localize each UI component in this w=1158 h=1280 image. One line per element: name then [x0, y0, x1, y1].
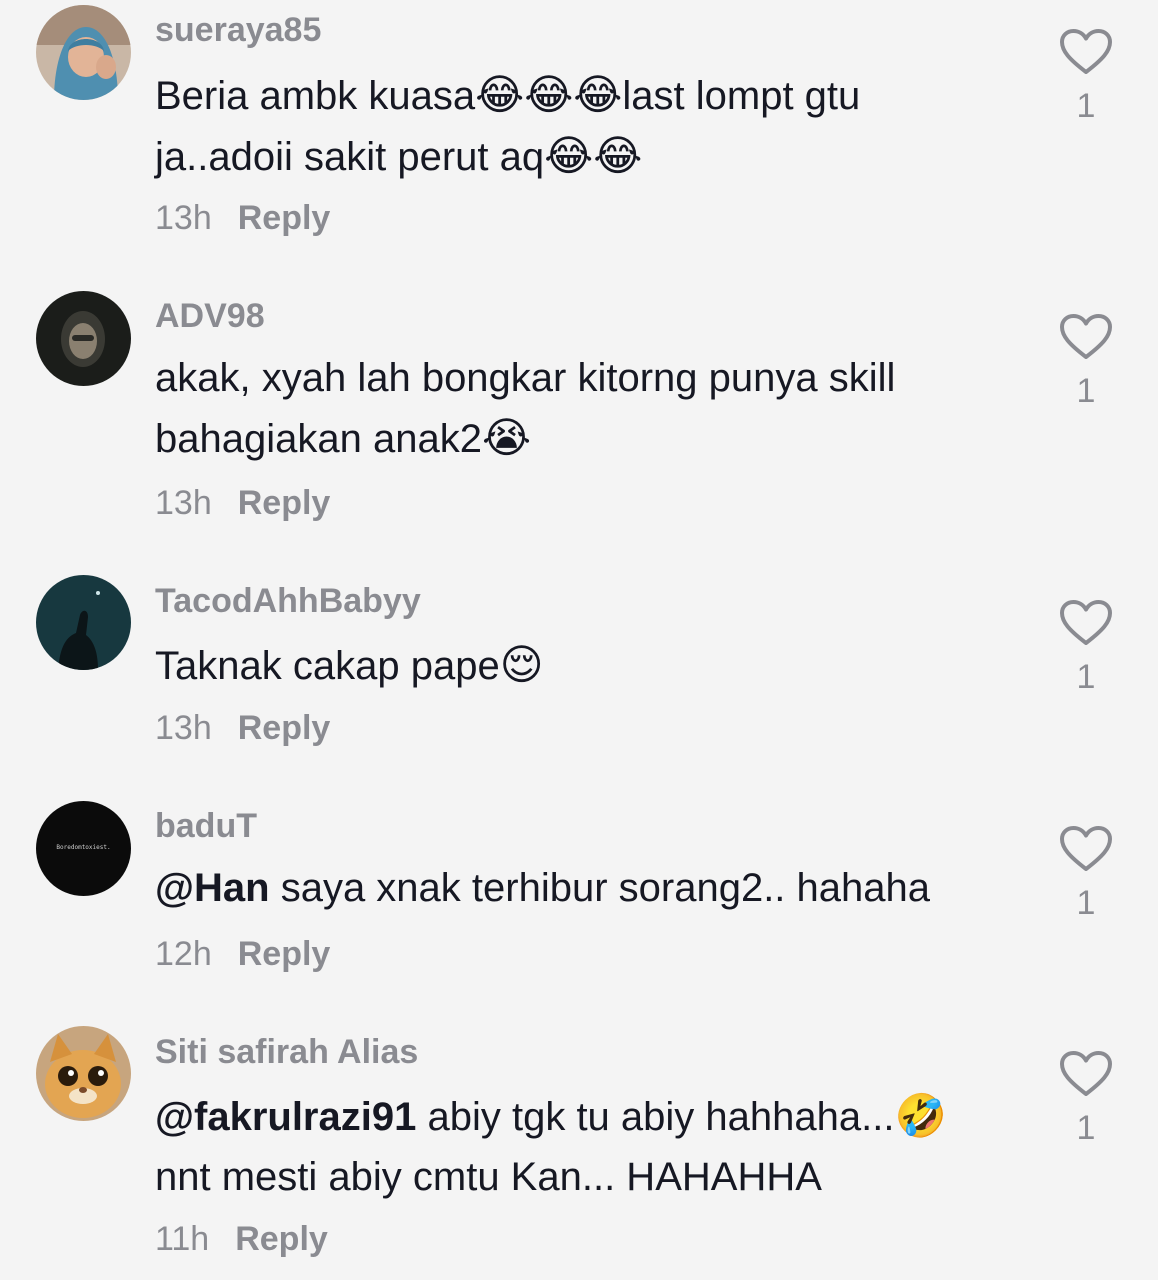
comment-text-part: Beria ambk kuasa — [155, 74, 476, 118]
comment-username[interactable]: sueraya85 — [155, 10, 321, 50]
comment-text-part: bahagiakan anak2 — [155, 417, 482, 461]
comment-meta: 12h Reply — [155, 934, 330, 974]
avatar[interactable]: Boredomtoxiest. — [36, 801, 131, 896]
comment-text-part: ja..adoii sakit perut aq — [155, 135, 545, 179]
comment-text: Taknak cakap pape😌 — [155, 635, 1015, 696]
rofl-emoji: 🤣 — [894, 1091, 947, 1140]
reply-button[interactable]: Reply — [235, 1220, 328, 1258]
like-count: 1 — [1076, 1109, 1096, 1147]
comment-text-part: nnt mesti abiy cmtu Kan... HAHAHHA — [155, 1155, 822, 1199]
heart-icon — [1060, 29, 1112, 74]
heart-icon — [1060, 1051, 1112, 1096]
heart-icon — [1060, 314, 1112, 359]
like-count: 1 — [1076, 658, 1096, 696]
comment-time: 12h — [155, 935, 212, 973]
comment-meta: 13h Reply — [155, 198, 330, 238]
comment-time: 13h — [155, 199, 212, 237]
comment-text-part: last lompt gtu — [622, 74, 861, 118]
mention-link[interactable]: @fakrulrazi91 — [155, 1095, 416, 1139]
like-button[interactable]: 1 — [1058, 825, 1114, 923]
heart-icon — [1060, 826, 1112, 871]
heart-icon — [1060, 600, 1112, 645]
comment-text: @Han saya xnak terhibur sorang2.. hahaha — [155, 858, 1015, 918]
reply-button[interactable]: Reply — [238, 484, 331, 522]
avatar[interactable] — [36, 291, 131, 386]
avatar[interactable] — [36, 5, 131, 100]
comment-meta: 13h Reply — [155, 708, 330, 748]
comment-username[interactable]: TacodAhhBabyy — [155, 581, 421, 621]
avatar[interactable] — [36, 1026, 131, 1121]
comment-username[interactable]: ADV98 — [155, 296, 265, 336]
comment-meta: 13h Reply — [155, 483, 330, 523]
like-count: 1 — [1076, 87, 1096, 125]
like-button[interactable]: 1 — [1058, 1050, 1114, 1148]
reply-button[interactable]: Reply — [238, 935, 331, 973]
like-button[interactable]: 1 — [1058, 313, 1114, 411]
comment-username[interactable]: baduT — [155, 806, 257, 846]
comment-text-part: abiy tgk tu abiy hahhaha... — [416, 1095, 895, 1139]
laughing-emoji: 😂😂 — [544, 131, 643, 180]
like-button[interactable]: 1 — [1058, 28, 1114, 126]
avatar-caption: Boredomtoxiest. — [56, 844, 111, 851]
like-button[interactable]: 1 — [1058, 599, 1114, 697]
comment-text-part: Taknak cakap pape — [155, 644, 500, 688]
mention-link[interactable]: @Han — [155, 866, 270, 910]
avatar[interactable] — [36, 575, 131, 670]
crying-emoji: 😭 — [481, 413, 532, 462]
comment-username[interactable]: Siti safirah Alias — [155, 1032, 418, 1072]
comment-time: 13h — [155, 484, 212, 522]
comment-text-part: saya xnak terhibur sorang2.. hahaha — [269, 866, 931, 910]
comment-meta: 11h Reply — [155, 1219, 328, 1259]
comment-text: @fakrulrazi91 abiy tgk tu abiy hahhaha..… — [155, 1086, 1015, 1207]
like-count: 1 — [1076, 884, 1096, 922]
comment-text: Beria ambk kuasa😂😂😂last lompt gtu ja..ad… — [155, 65, 1015, 187]
relieved-emoji: 😌 — [499, 640, 544, 689]
reply-button[interactable]: Reply — [238, 199, 331, 237]
comment-time: 13h — [155, 709, 212, 747]
comment-time: 11h — [155, 1220, 210, 1258]
comment-text: akak, xyah lah bongkar kitorng punya ski… — [155, 348, 1015, 469]
laughing-emoji: 😂😂😂 — [475, 70, 623, 119]
reply-button[interactable]: Reply — [238, 709, 331, 747]
like-count: 1 — [1076, 372, 1096, 410]
comment-text-part: akak, xyah lah bongkar kitorng punya ski… — [155, 356, 896, 400]
